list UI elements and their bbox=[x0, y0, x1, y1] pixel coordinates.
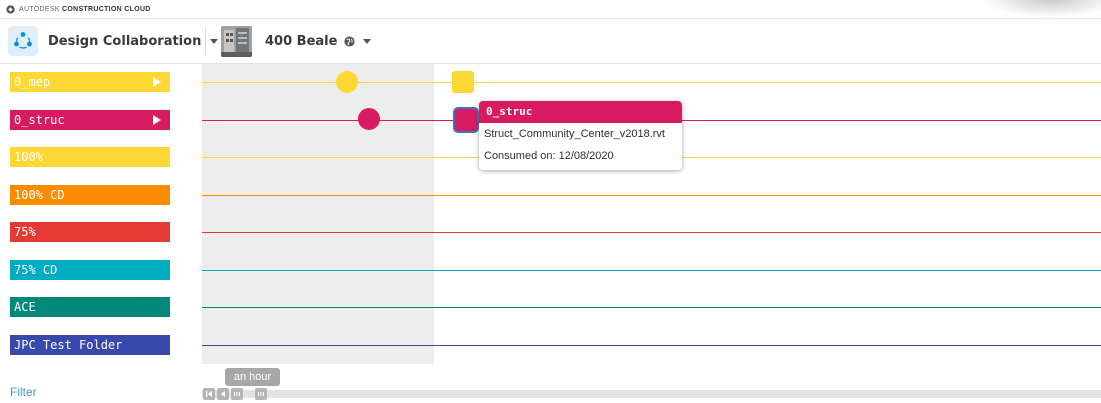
folder-label: 0_mep bbox=[14, 75, 51, 89]
folder-track-line bbox=[202, 345, 1101, 346]
brand-product: CONSTRUCTION CLOUD bbox=[62, 5, 151, 13]
step-back-icon[interactable] bbox=[217, 388, 229, 400]
play-icon[interactable] bbox=[153, 115, 161, 125]
folder-chip[interactable]: 75% bbox=[10, 222, 170, 242]
header: Design Collaboration 400 Beale bbox=[0, 19, 1101, 64]
folder-chip[interactable]: 100% bbox=[10, 147, 170, 167]
brand-bar: AUTODESK CONSTRUCTION CLOUD bbox=[0, 0, 1101, 19]
module-switcher[interactable]: Design Collaboration bbox=[8, 26, 219, 56]
chevron-down-icon bbox=[210, 38, 219, 44]
package-marker-square[interactable] bbox=[452, 71, 474, 93]
project-switcher[interactable]: 400 Beale bbox=[221, 25, 372, 57]
tooltip-consumed-date: Consumed on: 12/08/2020 bbox=[484, 150, 614, 162]
jump-to-start-icon[interactable] bbox=[203, 388, 215, 400]
design-collaboration-icon bbox=[8, 26, 38, 56]
chevron-down-icon bbox=[363, 38, 372, 44]
folder-track-line bbox=[202, 232, 1101, 233]
brand-text: AUTODESK CONSTRUCTION CLOUD bbox=[19, 6, 151, 13]
folder-label: 75% bbox=[14, 225, 36, 239]
folder-label: ACE bbox=[14, 300, 36, 314]
folder-chip[interactable]: 0_struc bbox=[10, 110, 170, 130]
package-marker-square-selected[interactable] bbox=[455, 109, 477, 131]
folder-chip[interactable]: 75% CD bbox=[10, 260, 170, 280]
folder-sidebar: 0_mep 0_struc 100% 100% CD 75% 75% CD ACE JPC T… bbox=[0, 64, 190, 403]
timeline-scrollbar[interactable] bbox=[202, 390, 1101, 398]
tooltip-file-name: Struct_Community_Center_v2018.rvt bbox=[484, 128, 665, 140]
folder-chip[interactable]: JPC Test Folder bbox=[10, 335, 170, 355]
folder-chip[interactable]: 100% CD bbox=[10, 185, 170, 205]
zoom-out-icon[interactable] bbox=[231, 388, 243, 400]
folder-track-line bbox=[202, 270, 1101, 271]
folder-label: 100% bbox=[14, 150, 43, 164]
tooltip-title: 0_struc bbox=[479, 101, 682, 123]
project-thumbnail bbox=[221, 25, 252, 57]
folder-label: 0_struc bbox=[14, 113, 65, 127]
package-marker-circle[interactable] bbox=[358, 108, 380, 130]
corner-shadow bbox=[981, 0, 1101, 18]
timeline-shaded-range bbox=[202, 64, 434, 364]
folder-label: 100% CD bbox=[14, 188, 65, 202]
zoom-level-tooltip: an hour bbox=[225, 368, 280, 386]
folder-label: 75% CD bbox=[14, 263, 58, 277]
header-divider bbox=[205, 27, 206, 55]
filter-link[interactable]: Filter bbox=[10, 385, 37, 399]
module-label: Design Collaboration bbox=[48, 33, 202, 49]
package-marker-circle[interactable] bbox=[336, 71, 358, 93]
folder-track-line bbox=[202, 195, 1101, 196]
autodesk-logo-icon bbox=[6, 4, 15, 14]
folder-track-line bbox=[202, 307, 1101, 308]
zoom-in-icon[interactable] bbox=[255, 388, 267, 400]
folder-chip[interactable]: ACE bbox=[10, 297, 170, 317]
project-label: 400 Beale bbox=[265, 33, 338, 49]
brand-prefix: AUTODESK bbox=[19, 5, 60, 13]
folder-chip[interactable]: 0_mep bbox=[10, 72, 170, 92]
play-icon[interactable] bbox=[153, 77, 161, 87]
package-tooltip: 0_struc Struct_Community_Center_v2018.rv… bbox=[479, 101, 682, 170]
globe-icon bbox=[344, 35, 355, 47]
folder-label: JPC Test Folder bbox=[14, 338, 123, 352]
